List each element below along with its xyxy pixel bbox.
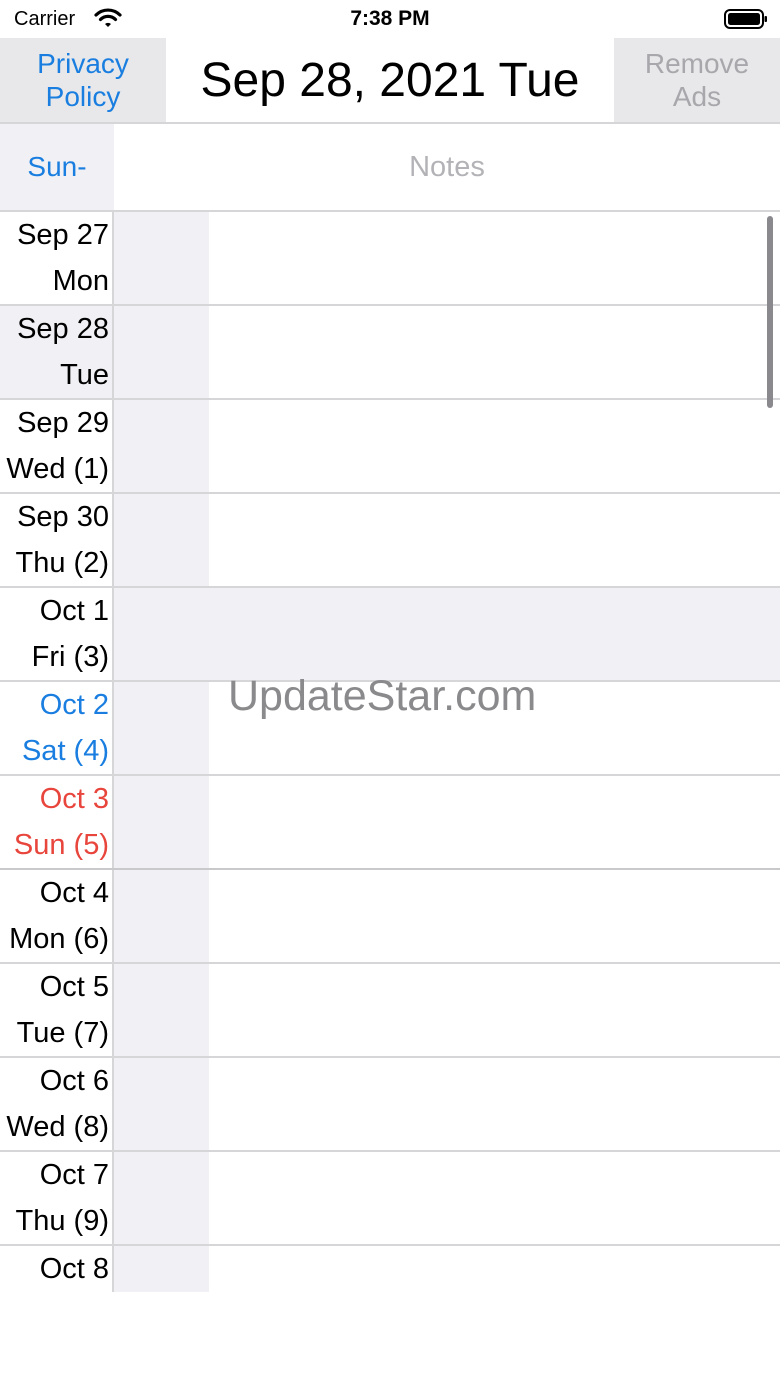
notes-column-label: Notes (409, 150, 485, 183)
day-marker-cell[interactable] (114, 682, 209, 774)
day-label: Oct 6 Wed (8) (0, 1058, 114, 1150)
day-label: Oct 1 Fri (3) (0, 588, 114, 680)
ad-banner-area (0, 1292, 780, 1387)
day-weekday: Wed (8) (6, 1111, 109, 1143)
day-weekday: Tue (60, 359, 109, 391)
day-marker-cell[interactable] (114, 400, 209, 492)
day-note-cell[interactable] (209, 212, 780, 304)
day-list[interactable]: Sep 27 Mon Sep 28 Tue Sep 29 Wed (1) Sep… (0, 212, 780, 1292)
day-label: Oct 7 Thu (9) (0, 1152, 114, 1244)
day-marker-cell[interactable] (114, 870, 209, 962)
remove-ads-label: Remove Ads (644, 48, 750, 112)
day-label: Sep 27 Mon (0, 212, 114, 304)
day-row[interactable]: Sep 28 Tue (0, 306, 780, 400)
day-weekday: Tue (7) (16, 1017, 109, 1049)
day-marker-cell[interactable] (114, 494, 209, 586)
day-row[interactable]: Oct 6 Wed (8) (0, 1058, 780, 1152)
header: Privacy Policy Sep 28, 2021 Tue Remove A… (0, 38, 780, 124)
selected-date-title[interactable]: Sep 28, 2021 Tue (166, 38, 614, 122)
status-bar: Carrier 7:38 PM (0, 0, 780, 38)
day-date: Oct 4 (39, 877, 109, 909)
day-note-cell[interactable] (209, 400, 780, 492)
day-date: Sep 27 (17, 219, 109, 251)
battery-icon (724, 9, 767, 29)
day-weekday: Thu (9) (15, 1205, 109, 1237)
day-label: Oct 5 Tue (7) (0, 964, 114, 1056)
day-date: Sep 30 (17, 501, 109, 533)
day-weekday: Thu (2) (15, 547, 109, 579)
day-row[interactable]: Oct 1 Fri (3) (0, 588, 780, 682)
day-label: Sep 28 Tue (0, 306, 114, 398)
privacy-policy-button[interactable]: Privacy Policy (0, 38, 166, 122)
day-weekday: Wed (1) (6, 453, 109, 485)
day-label: Sep 29 Wed (1) (0, 400, 114, 492)
day-marker-cell[interactable] (114, 212, 209, 304)
day-marker-cell[interactable] (114, 1152, 209, 1244)
day-date: Oct 1 (39, 595, 109, 627)
watermark-text: UpdateStar.com (228, 672, 537, 720)
day-label: Oct 8 (0, 1246, 114, 1292)
vertical-scrollbar[interactable] (767, 216, 773, 408)
day-date: Sep 28 (17, 313, 109, 345)
day-note-cell[interactable] (209, 494, 780, 586)
day-date: Oct 2 (39, 689, 109, 721)
privacy-policy-label: Privacy Policy (37, 48, 129, 112)
day-date: Oct 3 (39, 783, 109, 815)
day-note-cell[interactable] (209, 1152, 780, 1244)
day-note-cell[interactable] (209, 870, 780, 962)
day-note-cell[interactable] (209, 776, 780, 868)
day-row[interactable]: Oct 3 Sun (5) (0, 776, 780, 874)
day-date: Oct 6 (39, 1065, 109, 1097)
day-row[interactable]: Oct 8 (0, 1246, 780, 1292)
day-weekday: Mon (52, 265, 109, 297)
day-date: Oct 8 (39, 1253, 109, 1285)
day-note-cell[interactable] (209, 1058, 780, 1150)
week-start-toggle-button[interactable]: Sun- (0, 124, 114, 210)
day-marker-cell[interactable] (114, 1058, 209, 1150)
day-weekday: Mon (6) (9, 923, 109, 955)
day-row[interactable]: Oct 7 Thu (9) (0, 1152, 780, 1246)
day-weekday: Fri (3) (31, 641, 109, 673)
day-row[interactable]: Sep 27 Mon (0, 212, 780, 306)
remove-ads-button[interactable]: Remove Ads (614, 38, 780, 122)
day-date: Sep 29 (17, 407, 109, 439)
day-row[interactable]: Oct 4 Mon (6) (0, 870, 780, 964)
day-note-cell[interactable] (209, 588, 780, 680)
day-label: Oct 2 Sat (4) (0, 682, 114, 774)
column-header: Sun- Notes (0, 124, 780, 212)
day-label: Oct 3 Sun (5) (0, 776, 114, 868)
day-marker-cell[interactable] (114, 1246, 209, 1292)
day-note-cell[interactable] (209, 964, 780, 1056)
day-note-cell[interactable] (209, 1246, 780, 1292)
day-row[interactable]: Sep 29 Wed (1) (0, 400, 780, 494)
day-marker-cell[interactable] (114, 964, 209, 1056)
day-date: Oct 7 (39, 1159, 109, 1191)
day-label: Sep 30 Thu (2) (0, 494, 114, 586)
day-marker-cell[interactable] (114, 588, 209, 680)
day-note-cell[interactable] (209, 306, 780, 398)
day-weekday: Sun (5) (13, 829, 109, 861)
day-marker-cell[interactable] (114, 776, 209, 868)
day-row[interactable]: Oct 5 Tue (7) (0, 964, 780, 1058)
status-time: 7:38 PM (350, 7, 430, 30)
day-marker-cell[interactable] (114, 306, 209, 398)
day-date: Oct 5 (39, 971, 109, 1003)
day-label: Oct 4 Mon (6) (0, 870, 114, 962)
day-row[interactable]: Sep 30 Thu (2) (0, 494, 780, 588)
day-weekday: Sat (4) (21, 735, 109, 767)
